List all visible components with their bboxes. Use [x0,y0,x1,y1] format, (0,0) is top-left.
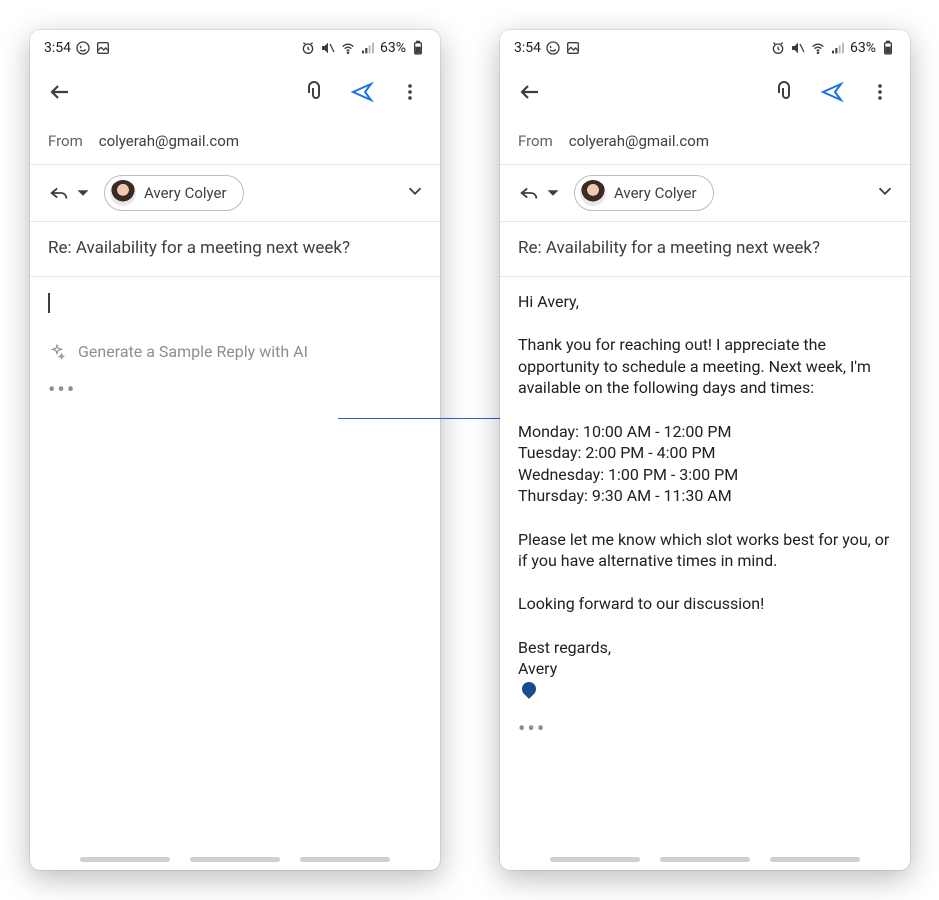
android-navbar [500,857,910,862]
nav-recent[interactable] [550,857,640,862]
whatsapp-icon [75,40,91,56]
whatsapp-icon [545,40,561,56]
attach-button[interactable] [762,70,806,114]
caret-down-icon [72,182,94,204]
attachment-icon [302,80,326,104]
status-time: 3:54 [514,40,541,56]
arrow-left-icon [48,80,72,104]
signal-icon [830,40,846,56]
recipient-name: Avery Colyer [144,184,227,202]
nav-back[interactable] [770,857,860,862]
compose-body[interactable]: Generate a Sample Reply with AI ••• [30,277,440,420]
status-time: 3:54 [44,40,71,56]
wifi-icon [810,40,826,56]
nav-recent[interactable] [80,857,170,862]
more-vert-icon [868,80,892,104]
from-label: From [518,132,553,150]
reply-mode-button[interactable] [514,178,568,208]
from-value: colyerah@gmail.com [99,132,239,150]
avatar [110,180,136,206]
more-button[interactable] [388,70,432,114]
transition-arrow [338,418,524,420]
reply-icon [518,182,540,204]
mute-icon [790,40,806,56]
recipient-chip[interactable]: Avery Colyer [574,175,714,211]
image-icon [95,40,111,56]
back-button[interactable] [38,70,82,114]
from-label: From [48,132,83,150]
status-battery: 63% [380,40,406,56]
ai-generate-button[interactable]: Generate a Sample Reply with AI [48,341,422,363]
subject-row[interactable]: Re: Availability for a meeting next week… [500,222,910,277]
compose-body[interactable]: Hi Avery, Thank you for reaching out! I … [500,277,910,845]
chevron-down-icon [404,180,426,202]
alarm-icon [300,40,316,56]
subject-row[interactable]: Re: Availability for a meeting next week… [30,222,440,277]
recipient-chip[interactable]: Avery Colyer [104,175,244,211]
reply-icon [48,182,70,204]
sparkle-icon [48,343,66,361]
show-thread-button[interactable]: ••• [518,715,892,745]
back-button[interactable] [508,70,552,114]
arrow-left-icon [518,80,542,104]
android-navbar [30,857,440,862]
expand-recipients-button[interactable] [404,180,426,206]
subject-text: Re: Availability for a meeting next week… [518,238,820,258]
reply-body-text[interactable]: Hi Avery, Thank you for reaching out! I … [518,291,892,680]
send-button[interactable] [340,70,384,114]
edit-caret [519,679,539,699]
send-icon [350,80,374,104]
compose-toolbar [500,66,910,118]
nav-home[interactable] [660,857,750,862]
to-row: Avery Colyer [30,165,440,222]
recipient-name: Avery Colyer [614,184,697,202]
attachment-icon [772,80,796,104]
phone-after: 3:54 63% [500,30,910,870]
signal-icon [360,40,376,56]
phone-before: 3:54 63% [30,30,440,870]
more-vert-icon [398,80,422,104]
from-value: colyerah@gmail.com [569,132,709,150]
reply-mode-button[interactable] [44,178,98,208]
text-cursor [48,293,50,313]
status-battery: 63% [850,40,876,56]
show-thread-button[interactable]: ••• [48,376,422,406]
mute-icon [320,40,336,56]
wifi-icon [340,40,356,56]
to-row: Avery Colyer [500,165,910,222]
chevron-down-icon [874,180,896,202]
status-bar: 3:54 63% [500,30,910,66]
caret-down-icon [542,182,564,204]
attach-button[interactable] [292,70,336,114]
compose-toolbar [30,66,440,118]
status-bar: 3:54 63% [30,30,440,66]
send-button[interactable] [810,70,854,114]
subject-text: Re: Availability for a meeting next week… [48,238,350,258]
alarm-icon [770,40,786,56]
expand-recipients-button[interactable] [874,180,896,206]
avatar [580,180,606,206]
image-icon [565,40,581,56]
send-icon [820,80,844,104]
more-button[interactable] [858,70,902,114]
battery-icon [880,40,896,56]
nav-back[interactable] [300,857,390,862]
from-row[interactable]: From colyerah@gmail.com [500,118,910,165]
ai-prompt-text: Generate a Sample Reply with AI [78,341,308,363]
nav-home[interactable] [190,857,280,862]
from-row[interactable]: From colyerah@gmail.com [30,118,440,165]
battery-icon [410,40,426,56]
